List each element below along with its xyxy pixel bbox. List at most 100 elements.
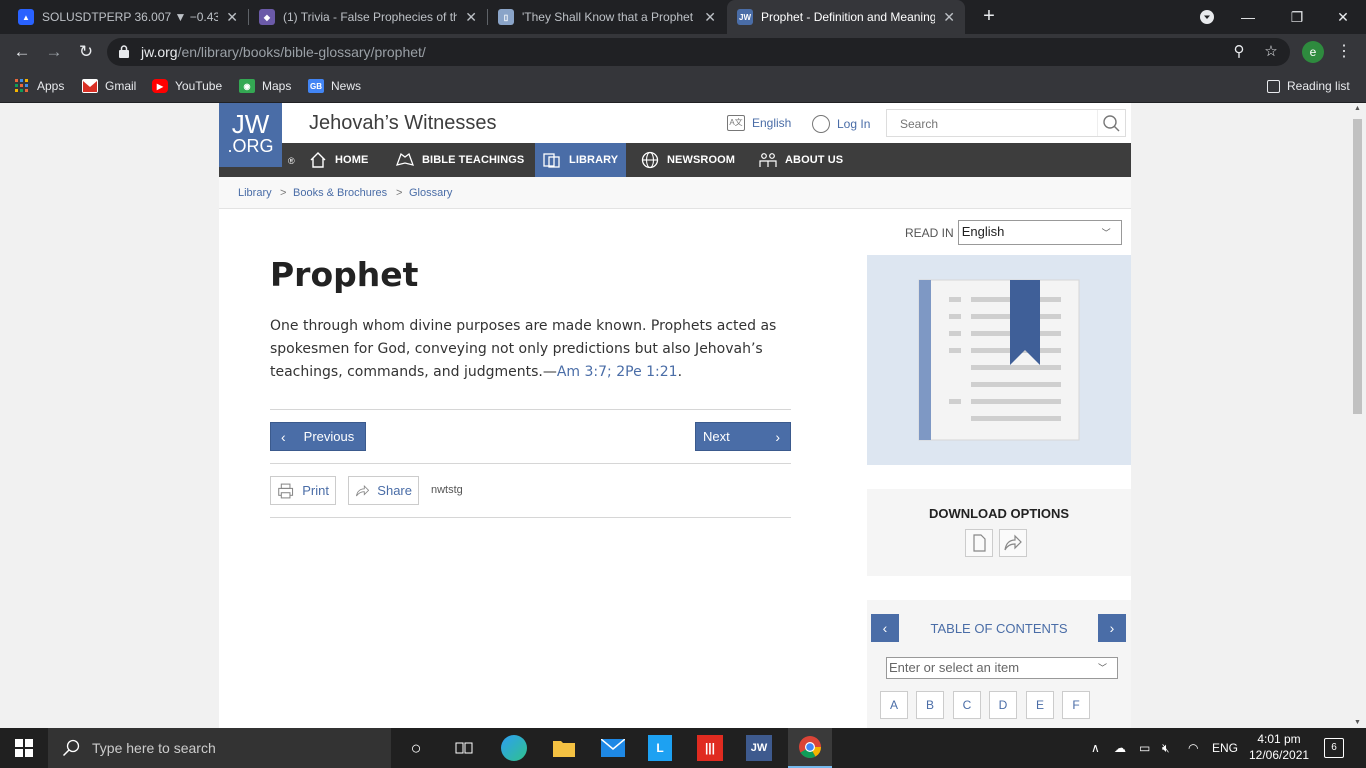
- taskbar-clock[interactable]: 4:01 pm 12/06/2021: [1249, 731, 1309, 763]
- publication-symbol: nwtstg: [431, 484, 463, 496]
- scripture-reference-link[interactable]: Am 3:7; 2Pe 1:21: [557, 364, 678, 380]
- cortana-icon[interactable]: ○: [402, 734, 430, 762]
- file-explorer-icon[interactable]: [550, 734, 578, 762]
- registered-mark: ®: [288, 156, 295, 166]
- forward-button[interactable]: →: [42, 40, 66, 64]
- app-l-icon[interactable]: L: [648, 735, 672, 761]
- reading-list-icon: [1267, 79, 1280, 93]
- nav-library[interactable]: LIBRARY: [535, 143, 627, 177]
- show-hidden-icons[interactable]: ∧: [1091, 728, 1100, 768]
- close-icon[interactable]: ✕: [704, 9, 716, 26]
- previous-button[interactable]: ‹ Previous: [270, 422, 366, 451]
- reload-button[interactable]: ↻: [74, 40, 98, 64]
- close-icon[interactable]: ✕: [943, 9, 955, 26]
- url-text: jw.org/en/library/books/bible-glossary/p…: [141, 44, 426, 60]
- nav-about-us[interactable]: ABOUT US: [759, 143, 843, 177]
- battery-icon[interactable]: ▭: [1139, 728, 1150, 768]
- profile-avatar[interactable]: e: [1302, 41, 1324, 63]
- maps-icon: ◉: [239, 79, 255, 93]
- windows-start-icon[interactable]: [10, 734, 38, 762]
- wifi-icon[interactable]: ◠: [1188, 728, 1198, 768]
- tab-search-icon[interactable]: [1187, 0, 1227, 34]
- letter-e[interactable]: E: [1026, 691, 1054, 719]
- youtube-icon: ▶: [152, 79, 168, 93]
- chrome-icon[interactable]: [788, 728, 832, 768]
- browser-toolbar: ← → ↻ jw.org/en/library/books/bible-glos…: [0, 34, 1366, 70]
- scrollbar-thumb[interactable]: [1353, 119, 1362, 414]
- breadcrumb-books-brochures[interactable]: Books & Brochures: [293, 187, 387, 199]
- letter-b[interactable]: B: [916, 691, 944, 719]
- letter-a[interactable]: A: [880, 691, 908, 719]
- letter-c[interactable]: C: [953, 691, 981, 719]
- search-icon[interactable]: [1097, 110, 1125, 136]
- minimize-button[interactable]: —: [1228, 0, 1268, 34]
- language-indicator[interactable]: ENG: [1212, 728, 1238, 768]
- bookmark-star-icon[interactable]: ☆: [1262, 44, 1280, 62]
- letter-f[interactable]: F: [1062, 691, 1090, 719]
- share-download-icon[interactable]: [999, 529, 1027, 557]
- edge-icon[interactable]: [501, 735, 527, 761]
- jw-icon: JW: [737, 9, 753, 25]
- nav-bible-teachings[interactable]: BIBLE TEACHINGS: [396, 143, 524, 177]
- language-select[interactable]: English ﹀: [957, 220, 1122, 245]
- reading-list-button[interactable]: Reading list: [1267, 77, 1350, 95]
- taskbar-search-input[interactable]: Type here to search: [48, 728, 391, 768]
- login-link[interactable]: Log In: [812, 115, 870, 133]
- document-download-icon[interactable]: [965, 529, 993, 557]
- tab-they-shall-know[interactable]: ▯ 'They Shall Know that a Prophet ✕: [488, 0, 726, 34]
- bookmark-apps[interactable]: Apps: [14, 77, 64, 95]
- page-scrollbar[interactable]: ▲ ▼: [1349, 103, 1366, 728]
- site-search-input[interactable]: Search: [886, 109, 1126, 137]
- close-icon[interactable]: ✕: [226, 9, 238, 26]
- next-button[interactable]: Next ›: [695, 422, 791, 451]
- address-bar[interactable]: jw.org/en/library/books/bible-glossary/p…: [107, 38, 1290, 66]
- jw-library-icon[interactable]: JW: [746, 735, 772, 761]
- toc-title[interactable]: TABLE OF CONTENTS: [867, 621, 1131, 636]
- volume-muted-icon[interactable]: 🔇︎: [1162, 728, 1170, 768]
- tab-solusdtperp[interactable]: ▲ SOLUSDTPERP 36.007 ▼ −0.43% ✕: [8, 0, 248, 34]
- tab-prophet-active[interactable]: JW Prophet - Definition and Meaning ✕: [727, 0, 965, 34]
- language-link[interactable]: A文 English: [727, 115, 791, 131]
- jw-logo[interactable]: JW .ORG: [219, 103, 282, 167]
- scroll-up-icon[interactable]: ▲: [1353, 105, 1362, 112]
- toc-item-select[interactable]: Enter or select an item ﹀: [886, 657, 1118, 679]
- nav-newsroom[interactable]: NEWSROOM: [641, 143, 735, 177]
- back-button[interactable]: ←: [10, 40, 34, 64]
- site-title[interactable]: Jehovah’s Witnesses: [309, 112, 497, 135]
- definition-text: One through whom divine purposes are mad…: [270, 318, 777, 380]
- restore-button[interactable]: ❐: [1277, 0, 1317, 34]
- publication-cover[interactable]: [867, 255, 1131, 465]
- globe-icon: [641, 151, 659, 169]
- breadcrumb-library[interactable]: Library: [238, 187, 272, 199]
- bookmark-news[interactable]: GB News: [308, 77, 361, 95]
- tab-trivia[interactable]: ◆ (1) Trivia - False Prophecies of the ✕: [249, 0, 487, 34]
- scroll-down-icon[interactable]: ▼: [1353, 719, 1362, 726]
- onedrive-icon[interactable]: ☁: [1114, 728, 1126, 768]
- nav-home[interactable]: HOME: [309, 143, 368, 177]
- windows-taskbar: Type here to search ○ L ||| JW ∧ ☁ ▭ 🔇︎ …: [0, 728, 1366, 768]
- zoom-icon[interactable]: ⚲: [1230, 44, 1248, 62]
- close-icon[interactable]: ✕: [465, 9, 477, 26]
- close-window-button[interactable]: ✕: [1323, 0, 1363, 34]
- people-icon: [759, 153, 777, 167]
- language-icon: A文: [727, 115, 745, 131]
- new-tab-button[interactable]: +: [977, 4, 1001, 28]
- print-button[interactable]: Print: [270, 476, 336, 505]
- letter-d[interactable]: D: [989, 691, 1017, 719]
- bookmark-gmail[interactable]: Gmail: [82, 77, 136, 95]
- breadcrumb: Library > Books & Brochures > Glossary: [219, 177, 1131, 209]
- notifications-icon[interactable]: 6: [1324, 738, 1344, 758]
- bookmark-youtube[interactable]: ▶ YouTube: [152, 77, 222, 95]
- bookmark-maps[interactable]: ◉ Maps: [239, 77, 291, 95]
- share-button[interactable]: Share: [348, 476, 419, 505]
- breadcrumb-glossary[interactable]: Glossary: [409, 187, 452, 199]
- gmail-icon: [82, 79, 98, 93]
- toc-next-button[interactable]: ›: [1098, 614, 1126, 642]
- more-menu-icon[interactable]: ⋮: [1336, 44, 1352, 60]
- lock-icon[interactable]: [119, 45, 129, 58]
- printer-icon: [278, 483, 294, 498]
- mail-icon[interactable]: [599, 734, 627, 762]
- app-red-icon[interactable]: |||: [697, 735, 723, 761]
- chevron-down-icon: ﹀: [1101, 228, 1111, 238]
- task-view-icon[interactable]: [450, 734, 478, 762]
